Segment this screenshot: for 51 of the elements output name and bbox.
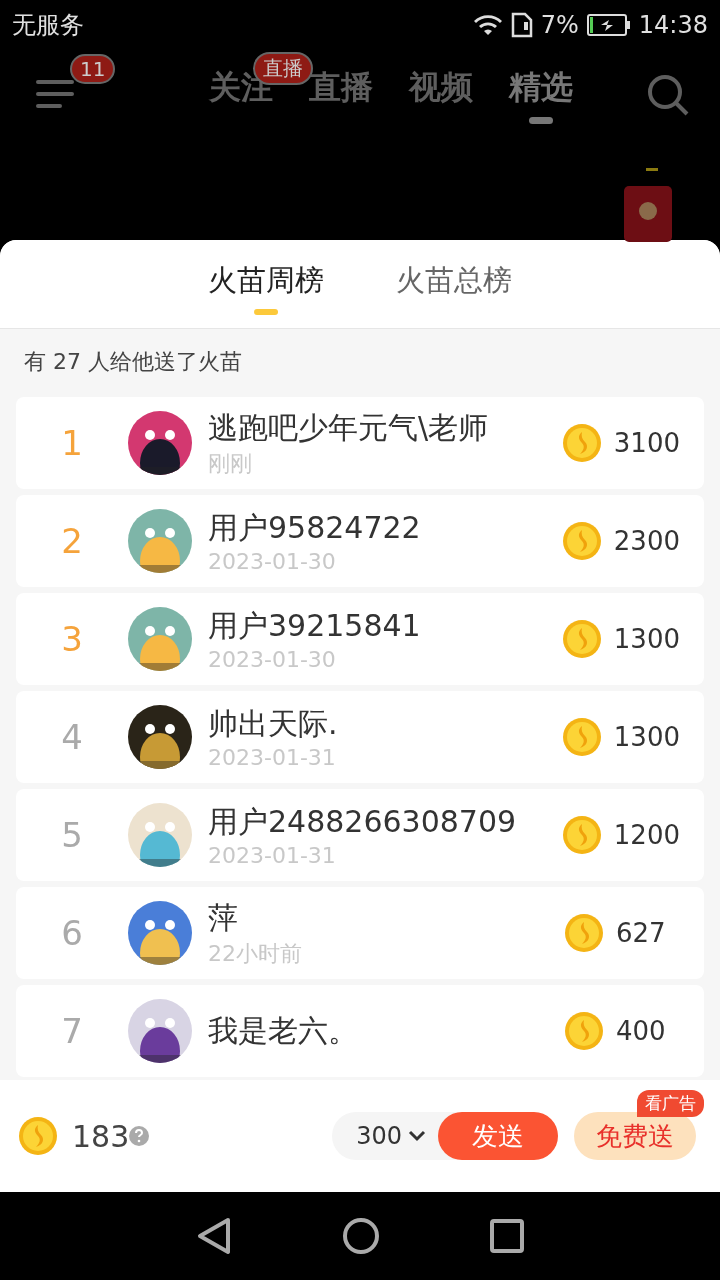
- flame-amount: 1300: [613, 722, 680, 752]
- rank-number: 6: [60, 913, 84, 953]
- flame-amount: 1200: [613, 820, 680, 850]
- nav-tab[interactable]: 精选: [509, 66, 573, 124]
- flame-amount: 1300: [613, 624, 680, 654]
- sim-icon: [510, 12, 533, 38]
- coin-icon: [561, 815, 602, 855]
- user-name: 萍: [208, 898, 239, 937]
- ranking-row[interactable]: 7 我是老六。 400: [16, 985, 704, 1077]
- flame-amount: 2300: [613, 526, 680, 556]
- flame-amount: 3100: [613, 428, 680, 458]
- flame-amount: 400: [616, 1016, 667, 1046]
- coin-icon: [564, 913, 604, 953]
- rank-number: 3: [60, 619, 84, 659]
- rank-number: 1: [60, 423, 84, 463]
- battery-text: 7%: [540, 11, 579, 39]
- recents-icon[interactable]: [490, 1219, 524, 1253]
- user-name: 帅出天际.: [208, 705, 339, 743]
- user-name: 用户95824722: [208, 509, 422, 547]
- rank-number: 7: [60, 1011, 84, 1051]
- ranking-tab[interactable]: 火苗总榜: [396, 253, 512, 315]
- clock-text: 14:38: [638, 11, 708, 39]
- user-name: 用户2488266308709: [208, 803, 518, 841]
- balance-text: 183: [72, 1118, 130, 1154]
- coin-icon: [561, 423, 602, 463]
- amount-dropdown[interactable]: 300: [332, 1112, 456, 1160]
- coin-icon: [564, 1011, 604, 1051]
- envelope-icon[interactable]: [622, 166, 674, 242]
- chevron-down-icon: [408, 1130, 426, 1142]
- watch-ad-badge: 看广告: [637, 1090, 704, 1117]
- rank-number: 2: [60, 521, 84, 561]
- carrier-text: 无服务: [12, 10, 84, 41]
- rank-number: 5: [60, 815, 84, 855]
- flame-amount: 627: [616, 918, 667, 948]
- coin-icon: [561, 521, 602, 561]
- notification-badge: 11: [70, 54, 116, 84]
- home-icon[interactable]: [342, 1217, 380, 1255]
- back-icon[interactable]: [196, 1217, 232, 1255]
- coin-icon: [561, 717, 602, 757]
- user-name: 逃跑吧少年元气\老师: [208, 408, 490, 447]
- coin-icon: [561, 619, 602, 659]
- coin-icon: [18, 1116, 58, 1156]
- supporter-count-text: 有 27 人给他送了火苗: [23, 348, 243, 376]
- user-name: 我是老六。: [208, 1011, 359, 1050]
- rank-number: 4: [60, 717, 84, 757]
- battery-icon: [586, 13, 631, 37]
- ranking-tab[interactable]: 火苗周榜: [208, 253, 324, 315]
- help-icon[interactable]: [129, 1126, 150, 1146]
- user-name: 用户39215841: [208, 607, 422, 645]
- search-icon[interactable]: [646, 73, 690, 117]
- wifi-icon: [472, 13, 503, 37]
